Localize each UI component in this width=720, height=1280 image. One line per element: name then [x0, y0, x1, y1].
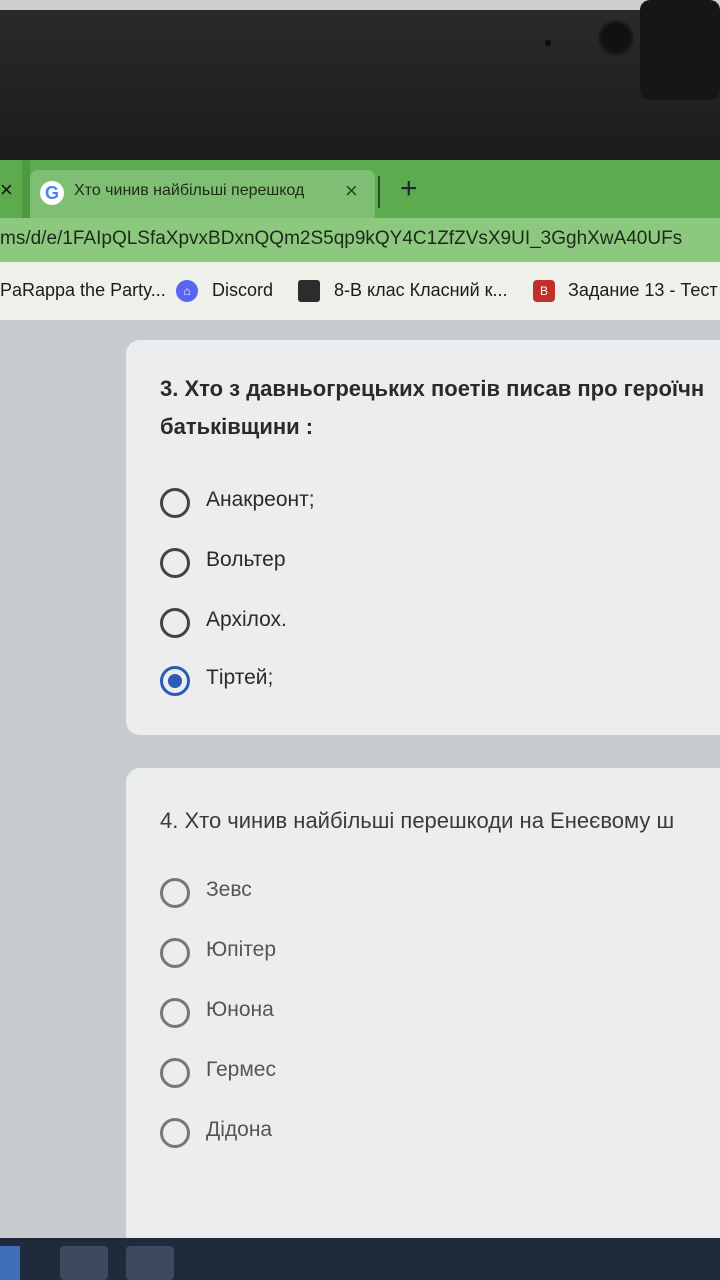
url-text[interactable]: ms/d/e/1FAIpQLSfaXpvxBDxnQQm2S5qp9kQY4C1… [0, 228, 720, 250]
tab-title: Хто чинив найбільші перешкод [74, 182, 305, 199]
previous-tab-close-icon[interactable]: × [0, 178, 16, 202]
radio-button-icon[interactable] [160, 1058, 190, 1088]
radio-button-selected-icon[interactable] [160, 666, 190, 696]
tab-close-icon[interactable]: × [345, 178, 358, 204]
bookmark-parappa[interactable]: PaRappa the Party... [0, 280, 166, 301]
camera-housing [640, 0, 720, 100]
question-3-title-cont: батьківщини : [160, 414, 314, 439]
bookmark-discord[interactable]: Discord [212, 280, 273, 301]
radio-button-icon[interactable] [160, 998, 190, 1028]
chrome-taskbar-icon-2[interactable] [126, 1246, 174, 1280]
tab-divider [22, 160, 30, 218]
radio-button-icon[interactable] [160, 608, 190, 638]
radio-button-icon[interactable] [160, 488, 190, 518]
option-label: Анакреонт; [206, 488, 315, 511]
option-label: Вольтер [206, 548, 286, 571]
discord-icon: ⌂ [176, 280, 198, 302]
option-label: Тіртей; [206, 666, 274, 689]
webcam [598, 20, 634, 56]
option-label: Юнона [206, 998, 274, 1021]
option-label: Архілох. [206, 608, 287, 631]
classroom-icon [298, 280, 320, 302]
option-label: Гермес [206, 1058, 276, 1081]
option-label: Дідона [206, 1118, 273, 1141]
radio-button-icon[interactable] [160, 1118, 190, 1148]
new-tab-button[interactable]: + [400, 172, 418, 206]
taskbar-app-icon[interactable] [0, 1246, 20, 1280]
radio-button-icon[interactable] [160, 938, 190, 968]
question-3-title: 3. Хто з давньогрецьких поетів писав про… [160, 376, 705, 401]
bookmark-class[interactable]: 8-В клас Класний к... [334, 280, 508, 301]
google-favicon-icon: G [40, 181, 64, 205]
test-site-icon: В [533, 280, 555, 302]
option-label: Зевс [206, 878, 252, 901]
radio-button-icon[interactable] [160, 548, 190, 578]
monitor-top-edge [0, 0, 720, 10]
bookmark-test[interactable]: Задание 13 - Тест [568, 280, 718, 301]
question-4-title: 4. Хто чинив найбільші перешкоди на Енеє… [160, 808, 675, 833]
sensor-dot [545, 40, 551, 46]
radio-button-icon[interactable] [160, 878, 190, 908]
option-label: Юпітер [206, 938, 276, 961]
chrome-taskbar-icon[interactable] [60, 1246, 108, 1280]
taskbar [0, 1238, 720, 1280]
tab-separator [378, 176, 380, 208]
